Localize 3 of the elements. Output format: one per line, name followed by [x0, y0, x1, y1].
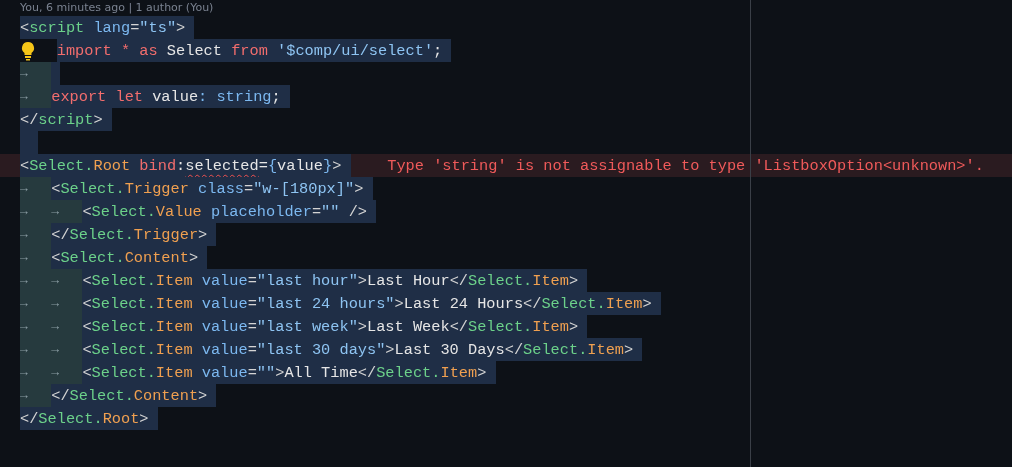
codelens-text[interactable]: You, 6 minutes ago | 1 author (You) [20, 1, 214, 14]
lightbulb-icon[interactable] [20, 40, 36, 61]
error-message: Type 'string' is not assignable to type 'ListboxOption<unknown>'. [387, 156, 984, 175]
